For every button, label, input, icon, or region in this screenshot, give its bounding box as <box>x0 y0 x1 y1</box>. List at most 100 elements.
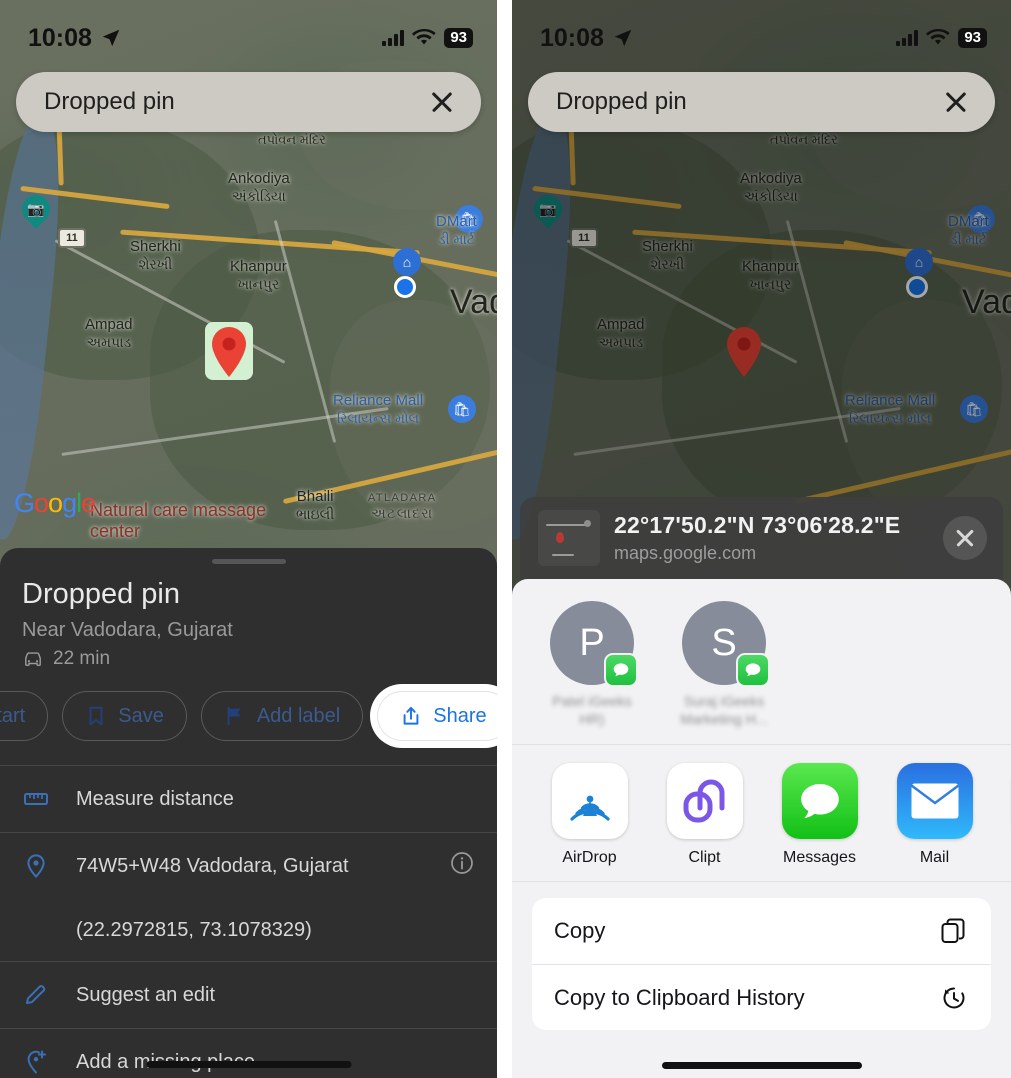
map-label-natural-care: Natural care massage center <box>90 500 290 542</box>
avatar: S <box>682 601 770 687</box>
search-bar-left[interactable]: Dropped pin <box>16 72 481 132</box>
share-app-label: AirDrop <box>562 849 617 866</box>
info-icon[interactable] <box>449 850 475 882</box>
share-app-clipt[interactable]: Clipt <box>647 763 762 867</box>
map-label-native: અમપાડ <box>86 333 132 350</box>
status-bar-left: 10:08 93 <box>0 0 497 62</box>
share-sheet: 22°17'50.2"N 73°06'28.2"E maps.google.co… <box>512 497 1011 1078</box>
location-arrow-icon <box>614 29 632 47</box>
messages-badge-icon <box>604 653 638 687</box>
share-subtitle: maps.google.com <box>614 543 757 563</box>
status-indicators: 93 <box>896 27 987 49</box>
place-eta: 22 min <box>0 642 497 670</box>
map-label-text: Bhaili <box>296 488 334 505</box>
bookmark-icon <box>89 706 103 726</box>
right-phone-panel: 📷 11 ⌂ 🛍 🛍 Ankodiya અંકોડિયા Sherkhi શેર… <box>512 0 1011 1078</box>
search-input[interactable]: Dropped pin <box>556 88 687 116</box>
home-indicator-left[interactable] <box>146 1061 351 1068</box>
share-close-button[interactable] <box>943 516 987 560</box>
contact-suggestion[interactable]: S Suraj iGeeks Marketing H... <box>672 601 776 728</box>
poi-mall-icon[interactable]: 🛍 <box>448 395 476 423</box>
row-suggest-edit[interactable]: Suggest an edit <box>0 962 497 1028</box>
left-phone-panel: 📷 11 ⌂ 🛍 🛍 Ankodiya અંકોડિયા Sherkhi શેર… <box>0 0 497 1078</box>
save-button[interactable]: Save <box>62 691 187 741</box>
map-label-text: Vadodara <box>450 283 497 321</box>
row-label: Suggest an edit <box>76 983 215 1006</box>
battery-indicator: 93 <box>958 27 987 49</box>
row-add-missing-place[interactable]: Add a missing place <box>0 1029 497 1078</box>
search-clear-icon[interactable] <box>429 89 455 115</box>
panel-gap <box>497 0 512 1078</box>
share-button[interactable]: Share <box>377 691 497 741</box>
row-label: 74W5+W48 Vadodara, Gujarat <box>76 854 349 877</box>
map-label-text: Natural care massage center <box>90 500 267 542</box>
map-label-tapovan-mandir: તપોવન મંદિર <box>258 132 326 147</box>
add-label-button[interactable]: Add label <box>200 691 364 741</box>
map-label-native: અંકોડિયા <box>231 187 286 204</box>
contact-suggestion[interactable]: P Patel iGeeks HR) <box>540 601 644 728</box>
map-label-khanpur: Khanpur ખાનપુર <box>230 258 287 292</box>
share-app-instagram[interactable]: In <box>992 763 1011 867</box>
share-action-list: Copy Copy to Clipboard History <box>532 898 991 1030</box>
share-app-messages[interactable]: Messages <box>762 763 877 867</box>
place-subtitle: Near Vadodara, Gujarat <box>22 619 233 641</box>
map-label-ankodiya: Ankodiya અંકોડિયા <box>228 170 290 204</box>
row-measure-distance[interactable]: Measure distance <box>0 766 497 832</box>
search-clear-icon[interactable] <box>943 89 969 115</box>
share-action-copy[interactable]: Copy <box>532 898 991 964</box>
search-bar-right[interactable]: Dropped pin <box>528 72 995 132</box>
share-app-label: Mail <box>919 849 950 866</box>
start-button[interactable]: Start <box>0 691 49 741</box>
row-label: (22.2972815, 73.1078329) <box>76 918 312 941</box>
place-pin-icon <box>22 853 50 879</box>
map-label-text: Ankodiya <box>228 170 290 187</box>
share-action-copy-clipboard-history[interactable]: Copy to Clipboard History <box>532 964 991 1030</box>
wifi-icon <box>926 29 950 45</box>
map-label-native: ખાનપુર <box>237 275 280 292</box>
cellular-bars-icon <box>896 30 919 46</box>
row-label: Measure distance <box>76 787 234 810</box>
poi-home-icon[interactable]: ⌂ <box>393 248 421 276</box>
map-label-native: ડી માર્ટ <box>437 230 475 247</box>
car-icon <box>25 652 41 667</box>
map-label-text: Khanpur <box>230 258 287 275</box>
map-label-text: Sherkhi <box>130 238 181 255</box>
share-contacts-row: P Patel iGeeks HR) S Suraj iGeeks Market… <box>512 579 1011 745</box>
avatar: P <box>550 601 638 687</box>
status-indicators: 93 <box>382 27 473 49</box>
map-label-ampad: Ampad અમપાડ <box>85 316 133 350</box>
map-label-text: Reliance Mall <box>333 392 424 409</box>
clipt-icon <box>666 763 743 839</box>
share-icon <box>403 706 419 725</box>
share-app-label: Messages <box>783 849 856 866</box>
share-app-airdrop[interactable]: AirDrop <box>532 763 647 867</box>
screenshot-stage: 📷 11 ⌂ 🛍 🛍 Ankodiya અંકોડિયા Sherkhi શેર… <box>0 0 1011 1078</box>
share-action-label: Copy to Clipboard History <box>554 984 805 1010</box>
share-label: Share <box>433 704 487 727</box>
map-label-native: રિલાયન્સ મોલ <box>336 409 420 426</box>
battery-indicator: 93 <box>444 27 473 49</box>
status-time-text: 10:08 <box>28 23 92 52</box>
share-action-label: Copy <box>554 918 606 943</box>
share-app-mail[interactable]: Mail <box>877 763 992 867</box>
status-time: 10:08 <box>28 24 122 53</box>
home-indicator-right[interactable] <box>661 1062 862 1069</box>
copy-icon <box>939 916 969 946</box>
status-time-text: 10:08 <box>540 23 604 52</box>
map-label-atladara: ATLADARA અટલાદરા <box>368 492 436 521</box>
map-label-vadodara: Vadodara <box>450 282 497 322</box>
close-icon <box>952 525 978 551</box>
map-pin-icon[interactable] <box>209 325 249 379</box>
map-preview-icon <box>538 510 600 566</box>
row-plus-code[interactable]: 74W5+W48 Vadodara, Gujarat <box>0 833 497 899</box>
share-sheet-header: 22°17'50.2"N 73°06'28.2"E maps.google.co… <box>520 497 1003 579</box>
place-action-chips: Start Save Add label Share <box>0 670 497 741</box>
status-time: 10:08 <box>540 24 634 53</box>
search-input[interactable]: Dropped pin <box>44 88 175 116</box>
contact-name: Patel iGeeks HR) <box>552 693 632 727</box>
share-title: 22°17'50.2"N 73°06'28.2"E <box>614 512 901 538</box>
row-coordinates[interactable]: (22.2972815, 73.1078329) <box>0 899 497 961</box>
messages-icon <box>781 763 858 839</box>
location-arrow-icon <box>102 29 120 47</box>
wifi-icon <box>412 29 436 45</box>
